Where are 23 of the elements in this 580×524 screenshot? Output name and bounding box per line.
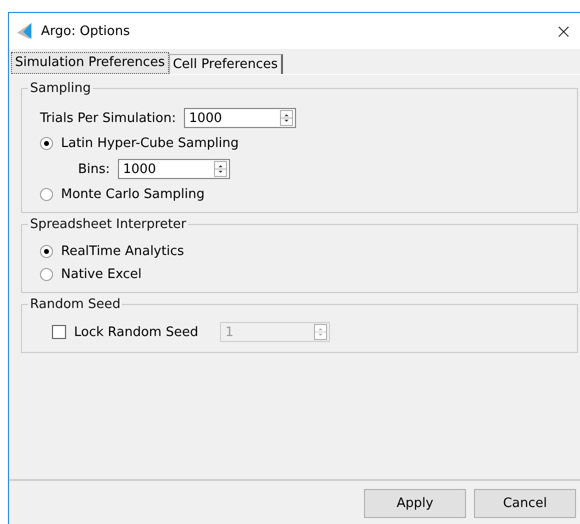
field-label: Bins: (78, 162, 110, 176)
radio-label[interactable]: Monte Carlo Sampling (61, 187, 205, 202)
radio-button[interactable] (40, 188, 53, 201)
field-label: Trials Per Simulation: (40, 110, 176, 126)
group-title: Spreadsheet Interpreter (29, 217, 188, 232)
group-title: Sampling (29, 81, 92, 96)
dialog-button[interactable]: Apply (364, 489, 466, 518)
group-title: Random Seed (29, 297, 122, 312)
number-spinner[interactable]: 1000 (184, 108, 296, 128)
number-spinner[interactable]: 1000 (118, 159, 230, 179)
window-title: Argo: Options (41, 24, 131, 38)
tab[interactable]: Simulation Preferences (11, 52, 169, 74)
radio-label[interactable]: Native Excel (61, 267, 142, 282)
radio-button[interactable] (40, 268, 53, 281)
tab[interactable]: Cell Preferences (168, 54, 283, 74)
dialog-button[interactable]: Cancel (474, 489, 576, 518)
radio-label[interactable]: Latin Hyper-Cube Sampling (61, 136, 239, 151)
close-button[interactable]: × (547, 21, 580, 41)
spin-arrows-icon[interactable] (214, 161, 227, 177)
radio-label[interactable]: RealTime Analytics (61, 244, 184, 259)
radio-button[interactable] (40, 137, 53, 150)
spin-arrows-icon[interactable] (280, 110, 293, 126)
radio-button[interactable] (40, 245, 53, 258)
